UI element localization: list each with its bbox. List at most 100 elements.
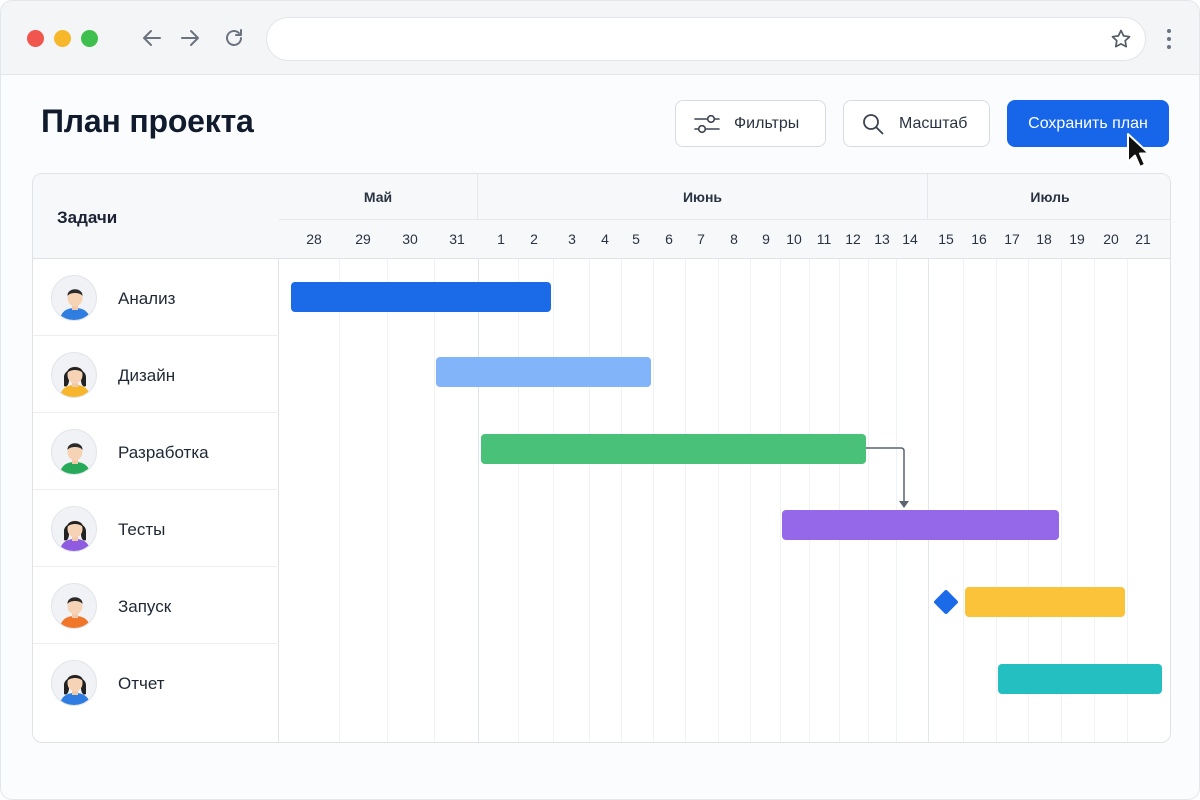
grid-line	[434, 259, 435, 742]
forward-button[interactable]	[177, 25, 203, 51]
dependency-line	[865, 447, 905, 502]
task-row[interactable]: Отчет	[33, 644, 279, 721]
filters-button[interactable]: Фильтры	[675, 100, 826, 147]
zoom-button[interactable]: Масштаб	[843, 100, 990, 147]
task-bar[interactable]	[481, 434, 866, 464]
grid-line	[339, 259, 340, 742]
male-avatar	[51, 275, 97, 321]
day-label: 21	[1135, 231, 1151, 247]
task-name: Дизайн	[118, 366, 176, 385]
save-plan-button-label: Сохранить план	[1028, 114, 1148, 132]
day-label: 6	[665, 231, 673, 247]
task-bar[interactable]	[964, 587, 1125, 617]
browser-toolbar	[1, 1, 1199, 75]
browser-menu-button[interactable]	[1159, 25, 1179, 53]
female-avatar	[51, 660, 97, 706]
timeline: Май Июнь Июль 28 29 30 31 1 2 3 4 5 6 7 8 9 10 11 12 13 14 1…	[279, 174, 1170, 742]
day-label: 14	[902, 231, 918, 247]
day-label: 18	[1036, 231, 1052, 247]
grid-line	[839, 259, 840, 742]
months-header: Май Июнь Июль	[279, 174, 1170, 220]
month-label: Июнь	[478, 174, 928, 220]
task-row[interactable]: Дизайн	[33, 336, 279, 413]
browser-window: План проекта Фильтры Масштаб Сохранить п…	[0, 0, 1200, 800]
maximize-window-button[interactable]	[81, 30, 98, 47]
day-label: 9	[762, 231, 770, 247]
filters-button-label: Фильтры	[734, 114, 800, 132]
female-avatar	[51, 352, 97, 398]
day-label: 29	[355, 231, 371, 247]
grid-line	[928, 259, 929, 742]
menu-dot-icon	[1167, 45, 1171, 49]
task-bar[interactable]	[782, 510, 1059, 540]
grid-line	[868, 259, 869, 742]
back-button[interactable]	[139, 25, 165, 51]
task-name: Тесты	[118, 520, 166, 539]
day-label: 19	[1069, 231, 1085, 247]
task-name: Разработка	[118, 443, 209, 462]
day-label: 1	[497, 231, 505, 247]
task-name: Анализ	[118, 289, 176, 308]
task-row[interactable]: Тесты	[33, 490, 279, 567]
grid-line	[518, 259, 519, 742]
day-label: 20	[1103, 231, 1119, 247]
grid-line	[621, 259, 622, 742]
day-label: 17	[1004, 231, 1020, 247]
task-row[interactable]: Запуск	[33, 567, 279, 644]
grid-line	[478, 259, 479, 742]
day-label: 15	[938, 231, 954, 247]
reload-button[interactable]	[221, 25, 247, 51]
task-row[interactable]: Разработка	[33, 413, 279, 490]
day-label: 31	[449, 231, 465, 247]
day-label: 30	[402, 231, 418, 247]
arrow-left-icon	[143, 30, 161, 46]
day-label: 16	[971, 231, 987, 247]
tasks-column-header: Задачи	[33, 174, 279, 259]
timeline-grid	[279, 259, 1170, 742]
menu-dot-icon	[1167, 37, 1171, 41]
search-icon	[863, 113, 884, 134]
grid-line	[896, 259, 897, 742]
day-label: 3	[568, 231, 576, 247]
milestone-diamond[interactable]	[933, 589, 959, 615]
task-bar[interactable]	[291, 282, 551, 312]
task-name: Отчет	[118, 674, 165, 693]
page-title: План проекта	[41, 103, 254, 139]
month-label: Май	[279, 174, 478, 220]
day-label: 28	[306, 231, 322, 247]
star-icon[interactable]	[1109, 27, 1133, 51]
grid-line	[553, 259, 554, 742]
menu-dot-icon	[1167, 29, 1171, 33]
male-avatar	[51, 429, 97, 475]
arrow-right-icon	[181, 30, 199, 46]
day-label: 12	[845, 231, 861, 247]
day-label: 13	[874, 231, 890, 247]
grid-line	[718, 259, 719, 742]
day-label: 11	[816, 231, 832, 247]
grid-line	[685, 259, 686, 742]
minimize-window-button[interactable]	[54, 30, 71, 47]
grid-line	[963, 259, 964, 742]
task-bar[interactable]	[997, 664, 1162, 694]
grid-line	[996, 259, 997, 742]
tasks-header-label: Задачи	[57, 208, 118, 227]
day-label: 4	[601, 231, 609, 247]
close-window-button[interactable]	[27, 30, 44, 47]
task-row[interactable]: Анализ	[33, 259, 279, 336]
month-label: Июль	[1030, 189, 1070, 205]
day-label: 7	[697, 231, 705, 247]
day-label: 10	[786, 231, 802, 247]
save-plan-button[interactable]: Сохранить план	[1007, 100, 1169, 147]
grid-line	[653, 259, 654, 742]
dependency-arrowhead	[899, 501, 909, 508]
grid-line	[387, 259, 388, 742]
male-avatar	[51, 583, 97, 629]
grid-line	[750, 259, 751, 742]
task-name: Запуск	[118, 597, 172, 616]
address-bar[interactable]	[266, 17, 1146, 61]
task-bar[interactable]	[435, 357, 651, 387]
zoom-button-label: Масштаб	[899, 114, 968, 132]
reload-icon	[226, 29, 242, 46]
tasks-column: Задачи Анализ Дизайн Разработка Тесты Запуск…	[33, 174, 279, 742]
sliders-icon	[694, 114, 720, 133]
